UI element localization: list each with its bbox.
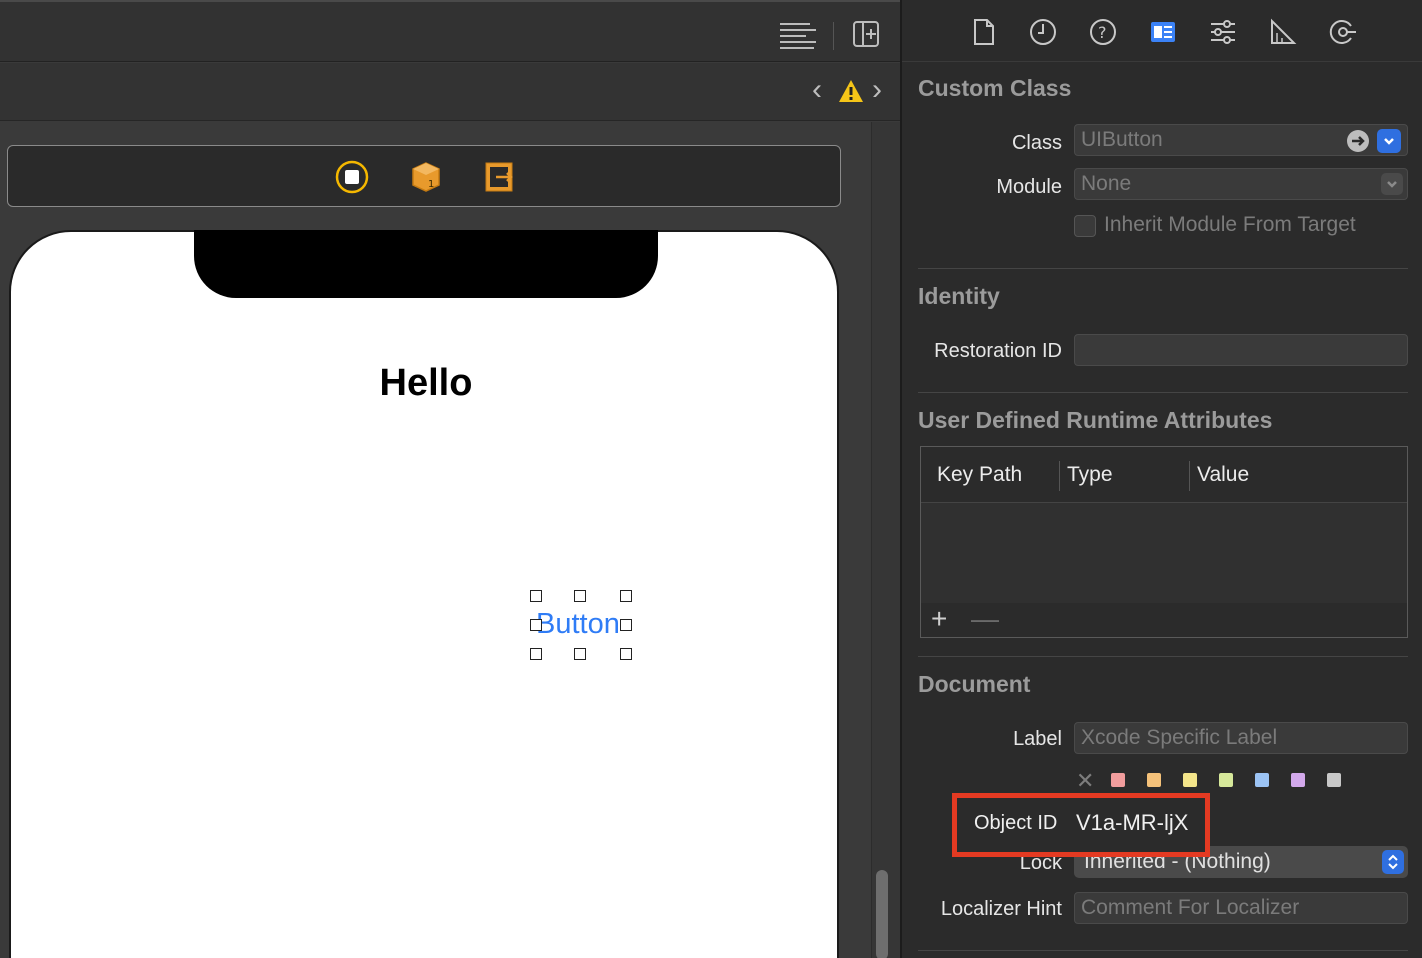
- section-divider: [918, 950, 1408, 951]
- color-swatch-orange[interactable]: [1147, 773, 1161, 787]
- column-type[interactable]: Type: [1067, 463, 1113, 487]
- module-dropdown-icon[interactable]: [1381, 173, 1403, 195]
- go-to-class-icon[interactable]: [1347, 130, 1369, 152]
- selected-button[interactable]: Button: [528, 590, 632, 660]
- section-divider: [918, 268, 1408, 269]
- module-placeholder: None: [1081, 172, 1132, 195]
- xcode-label-placeholder: Xcode Specific Label: [1081, 726, 1278, 749]
- localizer-hint-label: Localizer Hint: [940, 898, 1062, 920]
- resize-handle-bottom[interactable]: [574, 648, 586, 660]
- inherit-module-checkbox[interactable]: [1074, 215, 1096, 237]
- color-swatch-gray[interactable]: [1327, 773, 1341, 787]
- exit-icon[interactable]: [483, 160, 517, 194]
- module-label: Module: [996, 176, 1062, 198]
- color-swatch-red[interactable]: [1111, 773, 1125, 787]
- custom-class-title: Custom Class: [918, 75, 1072, 101]
- vertical-scrollbar-thumb[interactable]: [876, 870, 888, 958]
- editor-toolbar: [0, 0, 900, 62]
- table-footer: + —: [921, 603, 1407, 637]
- add-attribute-button[interactable]: +: [931, 605, 947, 633]
- table-header: Key Path Type Value: [921, 447, 1407, 503]
- iphone-view[interactable]: Hello Button: [9, 230, 839, 958]
- scene-dock: 1: [7, 145, 841, 207]
- runtime-attributes-table[interactable]: Key Path Type Value + —: [920, 446, 1408, 638]
- xcode-label-field[interactable]: Xcode Specific Label: [1074, 722, 1408, 754]
- document-title: Document: [918, 671, 1031, 697]
- localizer-hint-field[interactable]: Comment For Localizer: [1074, 892, 1408, 924]
- size-inspector-icon[interactable]: [1269, 18, 1297, 48]
- resize-handle-top[interactable]: [574, 590, 586, 602]
- column-key-path[interactable]: Key Path: [937, 463, 1022, 487]
- resize-handle-bottom-left[interactable]: [530, 648, 542, 660]
- class-label: Class: [1011, 132, 1062, 154]
- storyboard-canvas[interactable]: ‹ › 1 Hello Button: [0, 0, 900, 958]
- svg-text:?: ?: [1098, 23, 1107, 42]
- vertical-scroll-track[interactable]: [871, 122, 900, 958]
- restoration-id-field[interactable]: [1074, 334, 1408, 366]
- inherit-module-label: Inherit Module From Target: [1104, 213, 1356, 236]
- object-id-value[interactable]: V1a-MR-ljX: [1076, 810, 1188, 836]
- attributes-inspector-icon[interactable]: [1209, 18, 1237, 48]
- history-inspector-icon[interactable]: [1029, 18, 1057, 48]
- inspector-tabs: ?: [902, 0, 1422, 62]
- svg-text:1: 1: [428, 179, 434, 190]
- back-button[interactable]: ‹: [812, 75, 822, 105]
- column-value[interactable]: Value: [1197, 463, 1249, 487]
- connections-inspector-icon[interactable]: [1329, 18, 1357, 48]
- warning-icon[interactable]: [838, 79, 864, 108]
- color-swatch-yellow[interactable]: [1183, 773, 1197, 787]
- restoration-id-label: Restoration ID: [934, 340, 1062, 362]
- phone-notch: [194, 230, 658, 298]
- resize-handle-top-right[interactable]: [620, 590, 632, 602]
- column-separator[interactable]: [1059, 461, 1060, 491]
- toolbar-separator: [833, 22, 834, 50]
- localizer-hint-placeholder: Comment For Localizer: [1081, 896, 1300, 919]
- jump-bar: ‹ ›: [0, 63, 900, 121]
- remove-attribute-button[interactable]: —: [971, 605, 999, 633]
- hello-label[interactable]: Hello: [11, 362, 841, 405]
- resize-handle-top-left[interactable]: [530, 590, 542, 602]
- identity-inspector-icon[interactable]: [1149, 18, 1177, 48]
- color-swatch-green[interactable]: [1219, 773, 1233, 787]
- first-responder-icon[interactable]: 1: [409, 160, 443, 194]
- class-dropdown-icon[interactable]: [1377, 129, 1401, 153]
- section-divider: [918, 392, 1408, 393]
- identity-title: Identity: [918, 283, 1000, 309]
- add-editor-icon[interactable]: [852, 20, 888, 50]
- resize-handle-right[interactable]: [620, 619, 632, 631]
- runtime-attributes-title: User Defined Runtime Attributes: [918, 407, 1273, 433]
- class-placeholder: UIButton: [1081, 128, 1163, 151]
- resize-handle-bottom-right[interactable]: [620, 648, 632, 660]
- resize-handle-left[interactable]: [530, 619, 542, 631]
- module-field[interactable]: None: [1074, 168, 1408, 200]
- color-swatch-purple[interactable]: [1291, 773, 1305, 787]
- lock-dropdown-icon[interactable]: [1382, 850, 1404, 874]
- color-swatch-blue[interactable]: [1255, 773, 1269, 787]
- clear-color-icon[interactable]: ✕: [1076, 768, 1094, 794]
- editor-options-icon[interactable]: [780, 20, 816, 50]
- section-divider: [918, 656, 1408, 657]
- forward-button[interactable]: ›: [872, 75, 882, 105]
- class-field[interactable]: UIButton: [1074, 124, 1408, 156]
- doc-label-label: Label: [1013, 728, 1062, 750]
- help-inspector-icon[interactable]: ?: [1089, 18, 1117, 48]
- identity-inspector: ? Custom Class Class UIButton Module Non…: [900, 0, 1422, 958]
- button-title[interactable]: Button: [536, 608, 620, 641]
- view-controller-icon[interactable]: [335, 160, 369, 194]
- column-separator[interactable]: [1189, 461, 1190, 491]
- object-id-label: Object ID: [974, 812, 1058, 834]
- file-inspector-icon[interactable]: [972, 18, 1000, 48]
